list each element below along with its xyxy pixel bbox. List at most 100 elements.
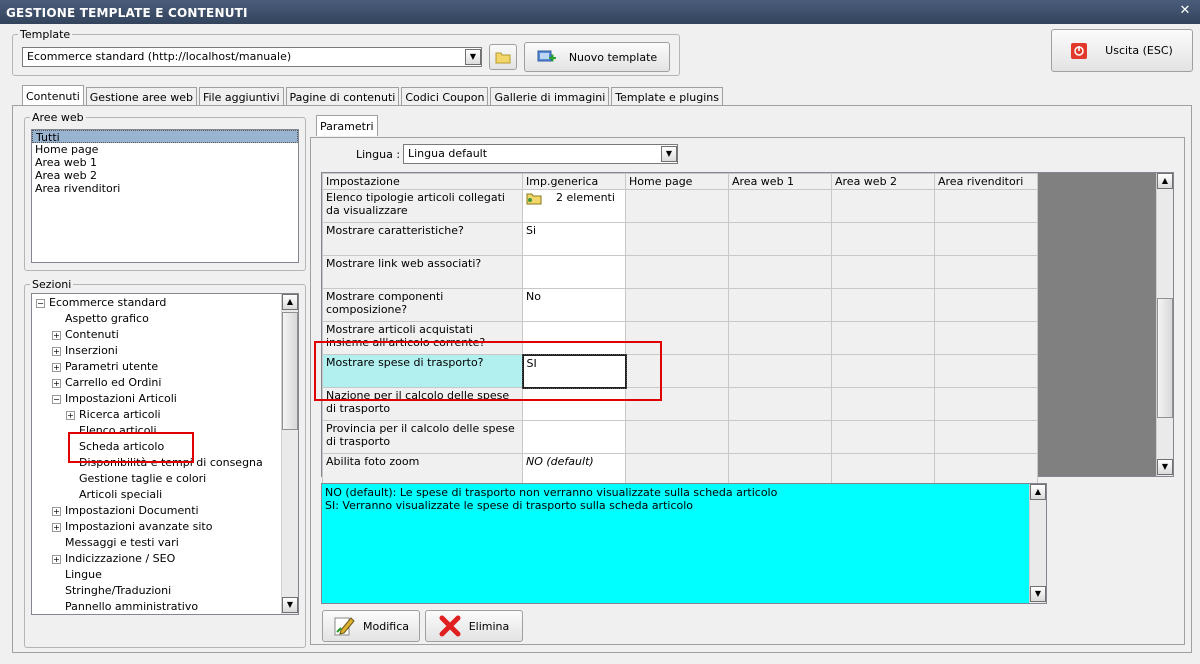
grid-scrollbar[interactable]: ▲ ▼ (1156, 173, 1173, 476)
grid-row[interactable]: Provincia per il calcolo delle spese di … (322, 420, 1038, 454)
tab-parametri[interactable]: Parametri (316, 115, 378, 136)
grid-column-header[interactable]: Home page (625, 173, 729, 190)
template-select[interactable]: Ecommerce standard (http://localhost/man… (22, 47, 482, 67)
area-value-cell[interactable] (831, 354, 935, 388)
tree-item[interactable]: + Ricerca articoli (66, 407, 161, 423)
tree-item[interactable]: Lingue (52, 567, 102, 583)
description-scrollbar[interactable]: ▲ ▼ (1029, 484, 1046, 603)
area-value-cell[interactable] (728, 222, 832, 256)
area-value-cell[interactable] (934, 288, 1038, 322)
scroll-up-icon[interactable]: ▲ (1157, 173, 1173, 189)
area-value-cell[interactable] (831, 189, 935, 223)
chevron-down-icon[interactable]: ▼ (661, 146, 677, 162)
expand-icon[interactable]: + (52, 362, 61, 372)
area-value-cell[interactable] (728, 420, 832, 454)
area-value-cell[interactable] (728, 288, 832, 322)
expand-icon[interactable]: + (52, 330, 61, 340)
grid-row[interactable]: Abilita foto zoom NO (default) (322, 453, 1038, 487)
open-folder-button[interactable] (489, 44, 517, 70)
setting-value-cell[interactable]: 2 elementi (522, 189, 626, 223)
tab-codici-coupon[interactable]: Codici Coupon (401, 87, 489, 106)
tree-item[interactable]: Gestione taglie e colori (66, 471, 206, 487)
area-value-cell[interactable] (934, 453, 1038, 487)
area-value-cell[interactable] (728, 321, 832, 355)
expand-icon[interactable]: + (52, 346, 61, 356)
scroll-down-icon[interactable]: ▼ (1157, 459, 1173, 475)
new-template-button[interactable]: Nuovo template (524, 42, 670, 72)
area-value-cell[interactable] (934, 321, 1038, 355)
tree-item[interactable]: − Ecommerce standard (36, 295, 166, 311)
scroll-down-icon[interactable]: ▼ (282, 597, 298, 613)
expand-icon[interactable]: + (52, 378, 61, 388)
tab-template-plugins[interactable]: Template e plugins (611, 87, 724, 106)
scroll-down-icon[interactable]: ▼ (1030, 586, 1046, 602)
tree-item[interactable]: Articoli speciali (66, 487, 162, 503)
tree-item[interactable]: + Impostazioni avanzate sito (52, 519, 212, 535)
area-value-cell[interactable] (625, 420, 729, 454)
grid-row[interactable]: Mostrare componenti composizione? No (322, 288, 1038, 322)
tree-item[interactable]: + Impostazioni Documenti (52, 503, 199, 519)
grid-column-header[interactable]: Area rivenditori (934, 173, 1038, 190)
grid-column-header[interactable]: Area web 1 (728, 173, 832, 190)
list-item[interactable]: Tutti (32, 130, 298, 144)
tab-gestione-aree-web[interactable]: Gestione aree web (85, 87, 197, 106)
setting-value-cell[interactable]: NO (default) (522, 453, 626, 487)
tab-file-aggiuntivi[interactable]: File aggiuntivi (198, 87, 284, 106)
area-value-cell[interactable] (934, 387, 1038, 421)
chevron-down-icon[interactable]: ▼ (465, 49, 481, 65)
area-value-cell[interactable] (728, 387, 832, 421)
list-item[interactable]: Area rivenditori (32, 182, 298, 195)
area-value-cell[interactable] (934, 222, 1038, 256)
tree-item[interactable]: Aspetto grafico (52, 311, 149, 327)
elimina-button[interactable]: Elimina (425, 610, 523, 642)
aree-web-list[interactable]: Tutti Home page Area web 1 Area web 2 Ar… (31, 129, 299, 263)
area-value-cell[interactable] (831, 387, 935, 421)
exit-button[interactable]: Uscita (ESC) (1051, 29, 1193, 72)
list-item[interactable]: Home page (32, 143, 298, 156)
area-value-cell[interactable] (831, 222, 935, 256)
area-value-cell[interactable] (831, 255, 935, 289)
tab-pagine-contenuti[interactable]: Pagine di contenuti (285, 87, 400, 106)
tree-item[interactable]: − Impostazioni Articoli (52, 391, 177, 407)
area-value-cell[interactable] (625, 255, 729, 289)
close-icon[interactable]: ✕ (1178, 4, 1192, 18)
area-value-cell[interactable] (728, 255, 832, 289)
area-value-cell[interactable] (934, 420, 1038, 454)
tree-item[interactable]: Pannello amministrativo (52, 599, 198, 614)
tree-item[interactable]: + Indicizzazione / SEO (52, 551, 175, 567)
area-value-cell[interactable] (625, 189, 729, 223)
grid-column-header[interactable]: Impostazione (322, 173, 523, 190)
area-value-cell[interactable] (934, 354, 1038, 388)
grid-row[interactable]: Elenco tipologie articoli collegati da v… (322, 189, 1038, 223)
tree-item[interactable]: + Carrello ed Ordini (52, 375, 161, 391)
area-value-cell[interactable] (934, 189, 1038, 223)
expand-icon[interactable]: + (52, 554, 61, 564)
lingua-select[interactable]: Lingua default (403, 144, 678, 164)
grid-column-header[interactable]: Area web 2 (831, 173, 935, 190)
grid-row[interactable]: Mostrare link web associati? (322, 255, 1038, 289)
expand-icon[interactable]: + (52, 506, 61, 516)
collapse-icon[interactable]: − (36, 298, 45, 308)
tab-gallerie-immagini[interactable]: Gallerie di immagini (490, 87, 610, 106)
setting-value-cell[interactable]: Si (522, 222, 626, 256)
sezioni-scrollbar[interactable]: ▲ ▼ (281, 294, 298, 614)
area-value-cell[interactable] (728, 453, 832, 487)
list-item[interactable]: Area web 1 (32, 156, 298, 169)
scroll-thumb[interactable] (282, 312, 298, 430)
modifica-button[interactable]: Modifica (322, 610, 420, 642)
area-value-cell[interactable] (625, 222, 729, 256)
area-value-cell[interactable] (625, 453, 729, 487)
scroll-thumb[interactable] (1157, 298, 1173, 418)
grid-row[interactable]: Mostrare caratteristiche? Si (322, 222, 1038, 256)
scroll-up-icon[interactable]: ▲ (282, 294, 298, 310)
list-item[interactable]: Area web 2 (32, 169, 298, 182)
setting-value-cell[interactable] (522, 255, 626, 289)
tree-item[interactable]: + Parametri utente (52, 359, 158, 375)
area-value-cell[interactable] (934, 255, 1038, 289)
tree-item[interactable]: Stringhe/Traduzioni (52, 583, 171, 599)
area-value-cell[interactable] (831, 288, 935, 322)
grid-column-header[interactable]: Imp.generica (522, 173, 626, 190)
scroll-up-icon[interactable]: ▲ (1030, 484, 1046, 500)
setting-value-cell[interactable] (522, 420, 626, 454)
tab-contenuti[interactable]: Contenuti (22, 85, 84, 106)
